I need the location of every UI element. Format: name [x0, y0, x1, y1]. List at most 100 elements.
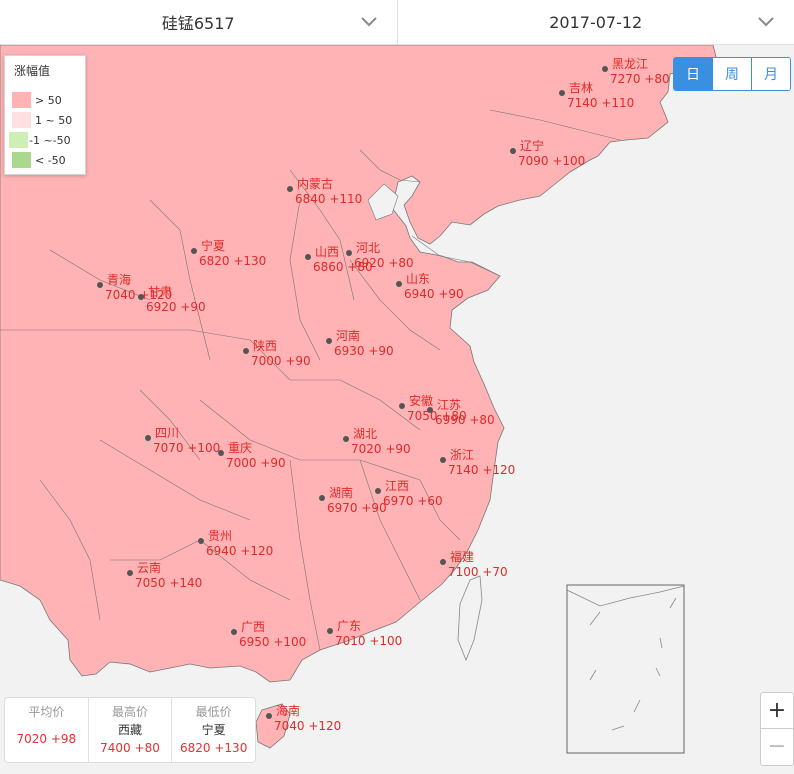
province-dot: [399, 403, 405, 409]
period-tab-week[interactable]: 周: [712, 58, 751, 90]
chevron-down-icon: [360, 17, 377, 27]
legend-item[interactable]: > 50: [12, 91, 62, 109]
chevron-down-icon: [758, 17, 774, 27]
province-name: 山西: [315, 245, 339, 259]
legend-item-label: -1 ~-50: [29, 133, 71, 147]
period-tab-day[interactable]: 日: [674, 58, 712, 90]
province-price: 7000 +90: [226, 456, 286, 470]
province-price: 7050 +140: [135, 576, 202, 590]
province-name: 湖南: [329, 485, 353, 500]
legend-swatch: [12, 112, 31, 128]
legend-item-label: 1 ~ 50: [35, 113, 73, 127]
zoom-out-button[interactable]: −: [761, 728, 793, 764]
province-dot: [198, 538, 204, 544]
province-dot: [440, 457, 446, 463]
price-summary: 平均价 7020 +98 最高价 西藏 7400 +80 最低价 宁夏 6820…: [4, 697, 256, 763]
province-dot: [510, 148, 516, 154]
period-toggle: 日 周 月: [673, 57, 791, 91]
south-china-sea-inset: [566, 584, 685, 754]
province-dot: [191, 248, 197, 254]
zoom-in-button[interactable]: +: [761, 693, 793, 728]
province-price: 7090 +100: [518, 154, 585, 168]
province-name: 河南: [336, 328, 360, 343]
province-name: 甘肃: [148, 285, 172, 299]
legend-title: 涨幅值: [14, 64, 51, 78]
province-dot: [343, 436, 349, 442]
province-dot: [396, 281, 402, 287]
legend-item-label: > 50: [35, 93, 62, 107]
legend: 涨幅值 > 50 1 ~ 50 -1 ~-50 < -50: [4, 55, 86, 175]
province-name: 宁夏: [201, 238, 225, 253]
avg-price: 平均价 7020 +98: [5, 698, 88, 762]
legend-item[interactable]: -1 ~-50: [9, 131, 71, 149]
province-dot: [145, 435, 151, 441]
province-price: 7000 +90: [251, 354, 311, 368]
province-dot: [427, 407, 433, 413]
province-price: 6930 +90: [334, 344, 394, 358]
province-price: 6940 +120: [206, 544, 273, 558]
product-select-value: 硅锰6517: [161, 14, 235, 33]
province-price: 7010 +100: [335, 634, 402, 648]
province-name: 广东: [337, 619, 361, 633]
province-name: 重庆: [228, 441, 252, 455]
province-dot: [138, 294, 144, 300]
max-price: 最高价 西藏 7400 +80: [87, 698, 172, 762]
province-price: 6990 +80: [435, 413, 495, 427]
province-price: 7140 +110: [567, 96, 634, 110]
avg-price-label: 平均价: [28, 705, 65, 719]
legend-item[interactable]: 1 ~ 50: [12, 111, 72, 129]
china-map[interactable]: 黑龙江7270 +80 吉林7140 +110 辽宁7090 +100 内蒙古6840…: [0, 45, 794, 774]
province-dot: [231, 629, 237, 635]
province-price: 7040 +120: [274, 719, 341, 733]
avg-price-value: 7020 +98: [16, 732, 77, 746]
top-bar: 硅锰6517 2017-07-12: [0, 0, 794, 45]
province-price: 6940 +90: [404, 287, 464, 301]
min-price-value: 6820 +130: [180, 741, 248, 755]
province-dot: [266, 713, 272, 719]
date-select[interactable]: 2017-07-12: [396, 0, 794, 44]
province-dot: [319, 495, 325, 501]
province-dot: [127, 570, 133, 576]
min-price: 最低价 宁夏 6820 +130: [171, 698, 255, 762]
legend-item-label: < -50: [35, 153, 66, 167]
min-price-label: 最低价: [195, 705, 232, 719]
province-dot: [305, 254, 311, 260]
province-price: 7070 +100: [153, 441, 220, 455]
province-price: 6840 +110: [295, 192, 362, 206]
product-select[interactable]: 硅锰6517: [0, 0, 397, 44]
province-name: 吉林: [569, 81, 593, 95]
province-price: 6820 +130: [199, 254, 266, 268]
province-name: 海南: [276, 703, 300, 718]
max-price-province: 西藏: [118, 723, 143, 737]
province-price: 6950 +100: [239, 635, 306, 649]
legend-item[interactable]: < -50: [12, 151, 66, 169]
province-name: 福建: [450, 549, 474, 564]
province-name: 辽宁: [520, 138, 544, 153]
province-dot: [602, 66, 608, 72]
province-price: 7020 +90: [351, 442, 411, 456]
province-price: 6970 +90: [327, 501, 387, 515]
period-tab-month[interactable]: 月: [751, 58, 790, 90]
province-name: 云南: [137, 560, 161, 575]
province-dot: [559, 90, 565, 96]
province-dot: [327, 628, 333, 634]
province-name: 湖北: [353, 426, 377, 441]
province-dot: [440, 559, 446, 565]
province-dot: [287, 186, 293, 192]
province-dot: [243, 348, 249, 354]
province-dot: [97, 282, 103, 288]
max-price-value: 7400 +80: [100, 741, 160, 755]
province-name: 浙江: [450, 448, 474, 462]
province-dot: [375, 488, 381, 494]
province-name: 陕西: [253, 338, 277, 353]
province-dot: [346, 250, 352, 256]
province-price: 7140 +120: [448, 463, 515, 477]
province-name: 广西: [241, 620, 265, 634]
province-price: 7100 +70: [448, 565, 508, 579]
province-name: 江西: [385, 479, 409, 493]
zoom-control: + −: [760, 692, 794, 766]
min-price-province: 宁夏: [201, 723, 226, 737]
province-dot: [326, 338, 332, 344]
province-name: 黑龙江: [612, 57, 648, 71]
province-price: 7270 +80: [610, 72, 670, 86]
